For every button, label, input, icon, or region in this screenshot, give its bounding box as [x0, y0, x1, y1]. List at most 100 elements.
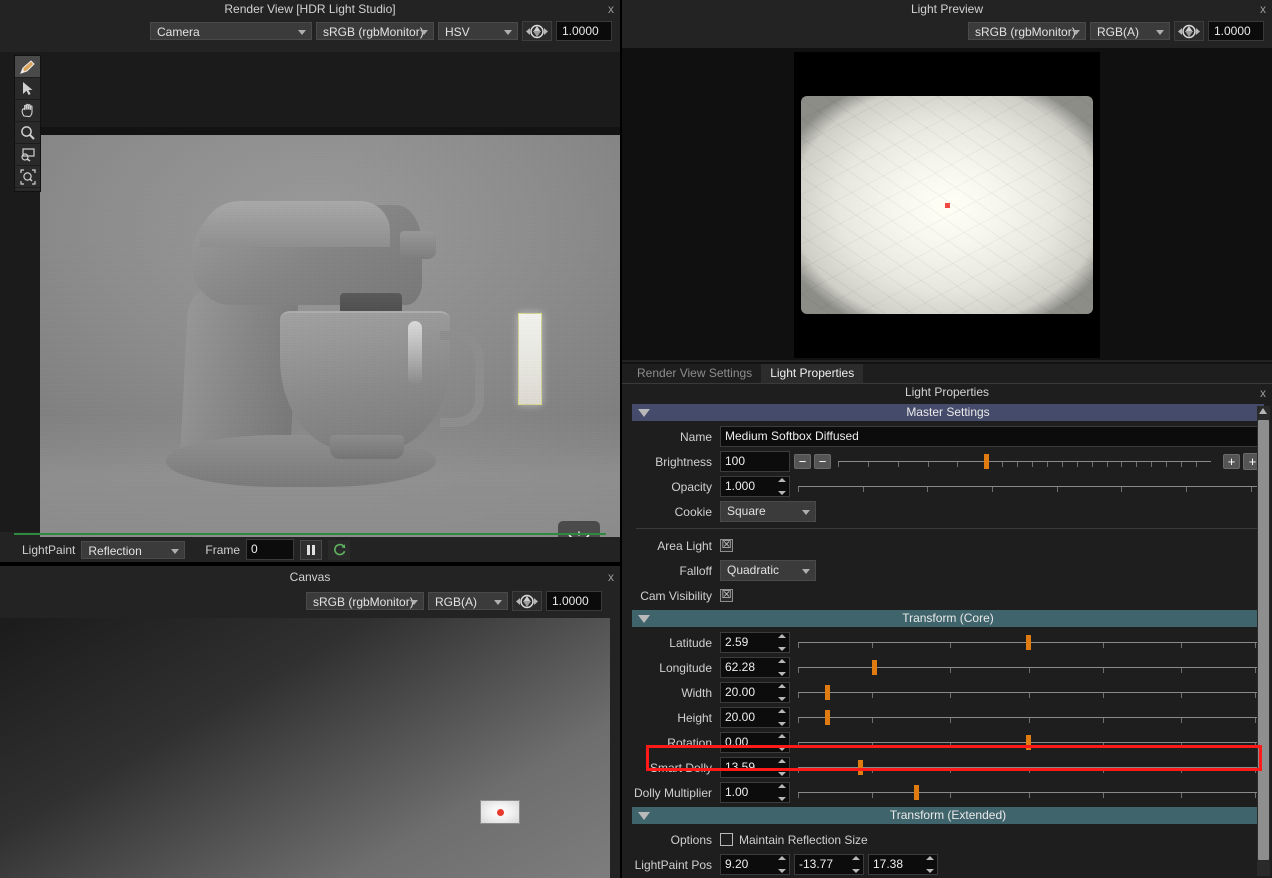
render-view-exposure-icon[interactable] — [522, 21, 552, 41]
brightness-decrease-button[interactable]: − — [814, 454, 831, 469]
light-preview-exposure-value[interactable]: 1.0000 — [1208, 21, 1264, 41]
falloff-select[interactable]: Quadratic — [720, 560, 816, 581]
height-slider-handle[interactable] — [824, 710, 830, 725]
chevron-down-icon — [171, 548, 180, 554]
dolly-multiplier-slider-handle[interactable] — [913, 785, 919, 800]
camera-select[interactable]: Camera — [150, 22, 312, 40]
canvas-close-icon[interactable]: x — [608, 566, 614, 588]
properties-scrollbar-thumb[interactable] — [1258, 420, 1269, 860]
cam-visibility-checkbox[interactable]: ☒ — [720, 589, 733, 602]
tab-light-properties[interactable]: Light Properties — [761, 364, 864, 383]
canvas-light-source[interactable] — [480, 800, 520, 824]
maintain-reflection-size-checkbox[interactable] — [720, 833, 733, 846]
longitude-slider[interactable] — [794, 657, 1262, 678]
collapse-triangle-icon[interactable] — [638, 409, 650, 417]
smart-dolly-spin-buttons[interactable] — [778, 759, 788, 776]
latitude-slider[interactable] — [794, 632, 1262, 653]
rotation-stepper[interactable]: 0.00 — [720, 732, 790, 753]
rotation-slider[interactable] — [794, 732, 1262, 753]
section-transform-core[interactable]: Transform (Core) — [632, 610, 1264, 627]
smart-dolly-slider[interactable] — [794, 757, 1262, 778]
brightness-slider[interactable] — [834, 451, 1213, 472]
frame-input[interactable]: 0 — [246, 539, 295, 560]
mixer-bowl-highlight — [408, 321, 422, 385]
longitude-slider-handle[interactable] — [871, 660, 877, 675]
rotation-spin-buttons[interactable] — [778, 734, 788, 751]
canvas-exposure-value[interactable]: 1.0000 — [546, 591, 602, 611]
light-preview-channel-select[interactable]: RGB(A) — [1090, 22, 1170, 40]
pause-icon[interactable] — [300, 539, 323, 560]
light-preview-viewport[interactable] — [622, 48, 1272, 360]
zoom-fit-icon[interactable] — [15, 166, 40, 188]
light-preview-colorspace-select[interactable]: sRGB (rgbMonitor) — [968, 22, 1086, 40]
render-view-viewport[interactable] — [0, 52, 620, 577]
width-slider-handle[interactable] — [824, 685, 830, 700]
lightpaint-mode-select[interactable]: Reflection — [81, 540, 186, 559]
longitude-stepper[interactable]: 62.28 — [720, 657, 790, 678]
brightness-slider-handle[interactable] — [983, 454, 989, 469]
zoom-region-icon[interactable] — [15, 144, 40, 166]
height-slider[interactable] — [794, 707, 1262, 728]
light-preview-exposure-icon[interactable] — [1174, 21, 1204, 41]
properties-scrollbar[interactable] — [1257, 406, 1270, 876]
latitude-spin-buttons[interactable] — [778, 634, 788, 651]
dolly-multiplier-spin-buttons[interactable] — [778, 784, 788, 801]
dolly-multiplier-slider[interactable] — [794, 782, 1262, 803]
height-stepper[interactable]: 20.00 — [720, 707, 790, 728]
lightpaint-pos-y-spin-buttons[interactable] — [852, 856, 862, 873]
cookie-select[interactable]: Square — [720, 501, 816, 522]
render-view-image[interactable] — [40, 127, 620, 577]
opacity-slider[interactable] — [794, 476, 1265, 497]
name-input[interactable]: Medium Softbox Diffused — [720, 426, 1258, 447]
lightpaint-pos-y-stepper[interactable]: -13.77 — [794, 854, 864, 875]
latitude-slider-handle[interactable] — [1026, 635, 1031, 650]
lightpaint-pos-label: LightPaint Pos — [634, 857, 712, 872]
longitude-spin-buttons[interactable] — [778, 659, 788, 676]
scroll-up-arrow-icon[interactable] — [1259, 408, 1267, 414]
smart-dolly-stepper[interactable]: 13.59 — [720, 757, 790, 778]
latitude-stepper[interactable]: 2.59 — [720, 632, 790, 653]
opacity-stepper[interactable]: 1.000 — [720, 476, 790, 497]
light-properties-close-icon[interactable]: x — [1260, 384, 1266, 402]
rotation-slider-handle[interactable] — [1026, 735, 1031, 750]
section-transform-extended[interactable]: Transform (Extended) — [632, 807, 1264, 824]
canvas-exposure-icon[interactable] — [512, 591, 542, 611]
lightpaint-pos-z-spin-buttons[interactable] — [926, 856, 936, 873]
width-stepper[interactable]: 20.00 — [720, 682, 790, 703]
opacity-spin-buttons[interactable] — [778, 478, 788, 495]
zoom-magnifier-icon[interactable] — [15, 122, 40, 144]
pan-hand-icon[interactable] — [15, 100, 40, 122]
dolly-multiplier-stepper[interactable]: 1.00 — [720, 782, 790, 803]
lightpaint-brush-icon[interactable] — [15, 56, 40, 78]
brightness-input[interactable]: 100 — [720, 451, 790, 472]
select-arrow-icon[interactable] — [15, 78, 40, 100]
lightpaint-pos-x-spin-buttons[interactable] — [778, 856, 788, 873]
tab-render-view-settings[interactable]: Render View Settings — [628, 364, 762, 383]
smart-dolly-slider-handle[interactable] — [857, 760, 863, 775]
section-master-settings[interactable]: Master Settings — [632, 404, 1264, 421]
render-view-colorspace-select[interactable]: sRGB (rgbMonitor) — [316, 22, 434, 40]
width-slider[interactable] — [794, 682, 1262, 703]
collapse-triangle-icon[interactable] — [638, 615, 650, 623]
area-light-checkbox[interactable]: ☒ — [720, 539, 733, 552]
collapse-triangle-icon[interactable] — [638, 812, 650, 820]
brightness-increase-button[interactable]: + — [1223, 454, 1240, 469]
properties-scroll-area[interactable]: Master Settings Name Medium Softbox Diff… — [622, 404, 1272, 878]
light-reflection-gizmo[interactable] — [518, 313, 542, 405]
width-spin-buttons[interactable] — [778, 684, 788, 701]
lightpaint-pos-z-stepper[interactable]: 17.38 — [868, 854, 938, 875]
height-spin-buttons[interactable] — [778, 709, 788, 726]
light-preview-close-icon[interactable]: x — [1260, 0, 1266, 18]
refresh-icon[interactable] — [328, 539, 351, 560]
chevron-down-icon — [1156, 30, 1164, 35]
brightness-decrease-large-button[interactable]: − — [794, 454, 811, 469]
render-view-exposure-value[interactable]: 1.0000 — [556, 21, 612, 41]
canvas-viewport[interactable] — [0, 618, 610, 878]
light-preview-control-bar: sRGB (rgbMonitor) RGB(A) 1.0000 — [622, 18, 1272, 44]
canvas-channel-select[interactable]: RGB(A) — [428, 592, 508, 610]
lightpaint-pos-x-stepper[interactable]: 9.20 — [720, 854, 790, 875]
canvas-colorspace-select[interactable]: sRGB (rgbMonitor) — [306, 592, 424, 610]
render-view-channel-select[interactable]: HSV — [438, 22, 518, 40]
light-preview-image[interactable] — [794, 52, 1100, 358]
render-view-close-icon[interactable]: x — [608, 0, 614, 18]
